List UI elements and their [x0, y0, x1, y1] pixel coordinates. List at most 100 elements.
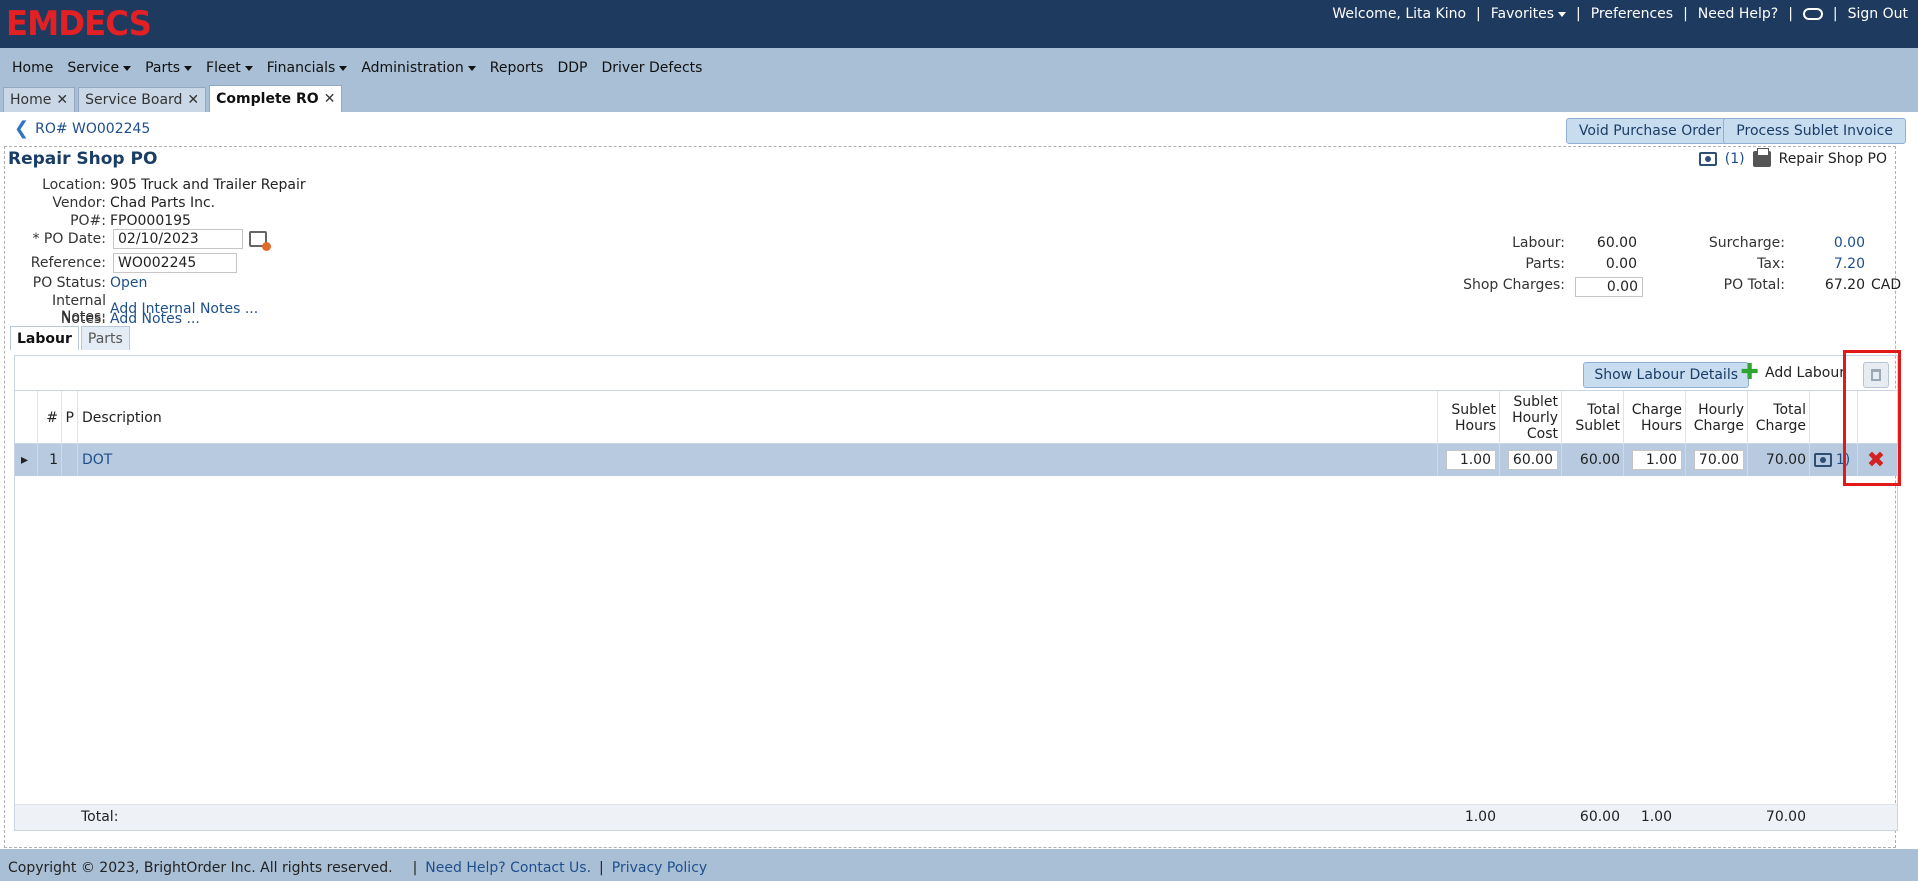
- sublet-hours-input[interactable]: 1.00: [1446, 450, 1496, 470]
- surcharge-total: Surcharge: 0.00: [1685, 235, 1865, 251]
- tax-total: Tax: 7.20: [1685, 256, 1865, 272]
- po-header-actions: (1) Repair Shop PO: [1698, 148, 1887, 167]
- tab-parts[interactable]: Parts: [80, 326, 130, 350]
- plus-icon: ✚: [1740, 360, 1759, 385]
- grid-toolbar: Show Labour Details ✚ Add Labour: [15, 356, 1897, 390]
- ro-link-label: RO# WO002245: [35, 120, 151, 137]
- po-status-value[interactable]: Open: [110, 275, 147, 291]
- chevron-down-icon: [184, 65, 193, 71]
- close-icon[interactable]: ✕: [56, 92, 68, 108]
- attachment-icon[interactable]: [1813, 453, 1832, 467]
- tab-home[interactable]: Home ✕: [3, 87, 76, 112]
- chevron-down-icon: [123, 65, 132, 71]
- menu-reports[interactable]: Reports: [490, 60, 544, 76]
- add-notes-link[interactable]: Add Notes ...: [110, 311, 200, 327]
- notes-row: Notes: Add Notes ...: [5, 311, 200, 327]
- print-po-link[interactable]: Repair Shop PO: [1779, 151, 1887, 167]
- col-charge-hours[interactable]: Charge Hours: [1623, 391, 1685, 445]
- po-date-input[interactable]: 02/10/2023: [113, 229, 243, 249]
- col-total-sublet[interactable]: Total Sublet: [1561, 391, 1623, 445]
- footer-total-sublet: 60.00: [1579, 809, 1620, 825]
- col-total-charge[interactable]: Total Charge: [1747, 391, 1809, 445]
- page-footer: Copyright © 2023, BrightOrder Inc. All r…: [0, 855, 1918, 881]
- printer-icon[interactable]: [1752, 148, 1771, 167]
- void-po-button[interactable]: Void Purchase Order: [1565, 118, 1734, 144]
- table-row[interactable]: ▸ 1 DOT 1.00 60.00 60.00 1.00 70.00 70.0…: [15, 444, 1897, 476]
- menu-driver-defects[interactable]: Driver Defects: [601, 60, 702, 76]
- vendor-value: Chad Parts Inc.: [110, 195, 216, 211]
- attachment-count[interactable]: (1): [1725, 151, 1745, 167]
- copyright-text: Copyright © 2023, BrightOrder Inc. All r…: [8, 860, 393, 876]
- back-to-ro-link[interactable]: ❮ RO# WO002245: [14, 118, 150, 139]
- app-logo[interactable]: EMDECS: [6, 4, 152, 44]
- po-date-row: * PO Date: 02/10/2023: [5, 229, 271, 251]
- menu-ddp[interactable]: DDP: [557, 60, 587, 76]
- footer-sublet-hours: 1.00: [1464, 809, 1496, 825]
- privacy-policy-link[interactable]: Privacy Policy: [612, 860, 707, 876]
- add-labour-button[interactable]: ✚ Add Labour: [1740, 360, 1845, 385]
- po-status-label: PO Status:: [32, 275, 106, 291]
- surcharge-value[interactable]: 0.00: [1785, 235, 1865, 251]
- row-sublet-hours: 1.00: [1437, 444, 1499, 476]
- top-links: Welcome, Lita Kino | Favorites | Preferenc…: [1332, 6, 1908, 22]
- close-icon[interactable]: ✕: [324, 91, 336, 107]
- footer-total-label: Total:: [81, 809, 119, 825]
- charge-hours-input[interactable]: 1.00: [1632, 450, 1682, 470]
- po-date-label: * PO Date:: [32, 231, 106, 247]
- menu-financials[interactable]: Financials: [267, 60, 348, 76]
- col-description[interactable]: Description: [77, 391, 1437, 445]
- grid-footer: Total: 1.00 60.00 1.00 70.00: [15, 804, 1897, 830]
- row-charge-hours: 1.00: [1623, 444, 1685, 476]
- col-number[interactable]: #: [37, 391, 61, 445]
- row-description-link[interactable]: DOT: [82, 452, 112, 468]
- footer-total-charge: 70.00: [1765, 809, 1806, 825]
- reference-input[interactable]: WO002245: [113, 253, 237, 273]
- tax-value[interactable]: 7.20: [1785, 256, 1865, 272]
- favorites-menu[interactable]: Favorites: [1490, 6, 1567, 22]
- favorites-label: Favorites: [1490, 6, 1555, 22]
- vendor-row: Vendor: Chad Parts Inc.: [5, 195, 215, 211]
- col-p[interactable]: P: [61, 391, 77, 445]
- col-sublet-hourly-cost[interactable]: Sublet Hourly Cost: [1499, 391, 1561, 445]
- menu-home[interactable]: Home: [12, 60, 53, 76]
- tab-complete-ro-label: Complete RO: [216, 91, 319, 107]
- need-help-link[interactable]: Need Help?: [1698, 6, 1778, 22]
- col-sublet-hours[interactable]: Sublet Hours: [1437, 391, 1499, 445]
- po-number-value: FPO000195: [110, 213, 191, 229]
- po-total-value: 67.20: [1824, 277, 1865, 293]
- preferences-link[interactable]: Preferences: [1591, 6, 1673, 22]
- page-title: Repair Shop PO: [8, 149, 158, 169]
- tab-labour[interactable]: Labour: [10, 326, 79, 350]
- menu-parts[interactable]: Parts: [145, 60, 193, 76]
- shop-charges-input[interactable]: 0.00: [1575, 277, 1643, 297]
- attachment-icon[interactable]: [1698, 152, 1717, 166]
- sublet-hourly-cost-input[interactable]: 60.00: [1508, 450, 1558, 470]
- chat-icon[interactable]: [1802, 8, 1823, 20]
- tab-complete-ro[interactable]: Complete RO ✕: [209, 85, 343, 112]
- labour-grid: Show Labour Details ✚ Add Labour # P Desc…: [14, 355, 1898, 831]
- close-icon[interactable]: ✕: [187, 92, 199, 108]
- row-p-cell: [61, 444, 77, 476]
- parts-total: Parts: 0.00: [1475, 256, 1637, 272]
- process-sublet-invoice-button[interactable]: Process Sublet Invoice: [1723, 118, 1906, 144]
- menu-administration[interactable]: Administration: [361, 60, 476, 76]
- calendar-icon[interactable]: [249, 231, 271, 251]
- menu-fleet[interactable]: Fleet: [206, 60, 253, 76]
- tab-service-board[interactable]: Service Board ✕: [78, 87, 207, 112]
- tax-label: Tax:: [1757, 256, 1785, 272]
- row-number: 1: [37, 444, 61, 476]
- contact-link[interactable]: Need Help? Contact Us.: [425, 860, 591, 876]
- sign-out-link[interactable]: Sign Out: [1848, 6, 1908, 22]
- footer-charge-hours: 1.00: [1640, 809, 1672, 825]
- po-status-row: PO Status: Open: [5, 275, 148, 291]
- hourly-charge-input[interactable]: 70.00: [1694, 450, 1744, 470]
- menu-parts-label: Parts: [145, 60, 181, 76]
- parts-total-value: 0.00: [1605, 256, 1637, 272]
- menu-service[interactable]: Service: [67, 60, 132, 76]
- show-labour-details-button[interactable]: Show Labour Details: [1583, 362, 1749, 388]
- col-hourly-charge[interactable]: Hourly Charge: [1685, 391, 1747, 445]
- expand-row-icon[interactable]: ▸: [15, 444, 37, 476]
- row-description[interactable]: DOT: [77, 444, 1437, 476]
- notes-label: Notes:: [60, 311, 106, 327]
- row-total-charge: 70.00: [1747, 444, 1809, 476]
